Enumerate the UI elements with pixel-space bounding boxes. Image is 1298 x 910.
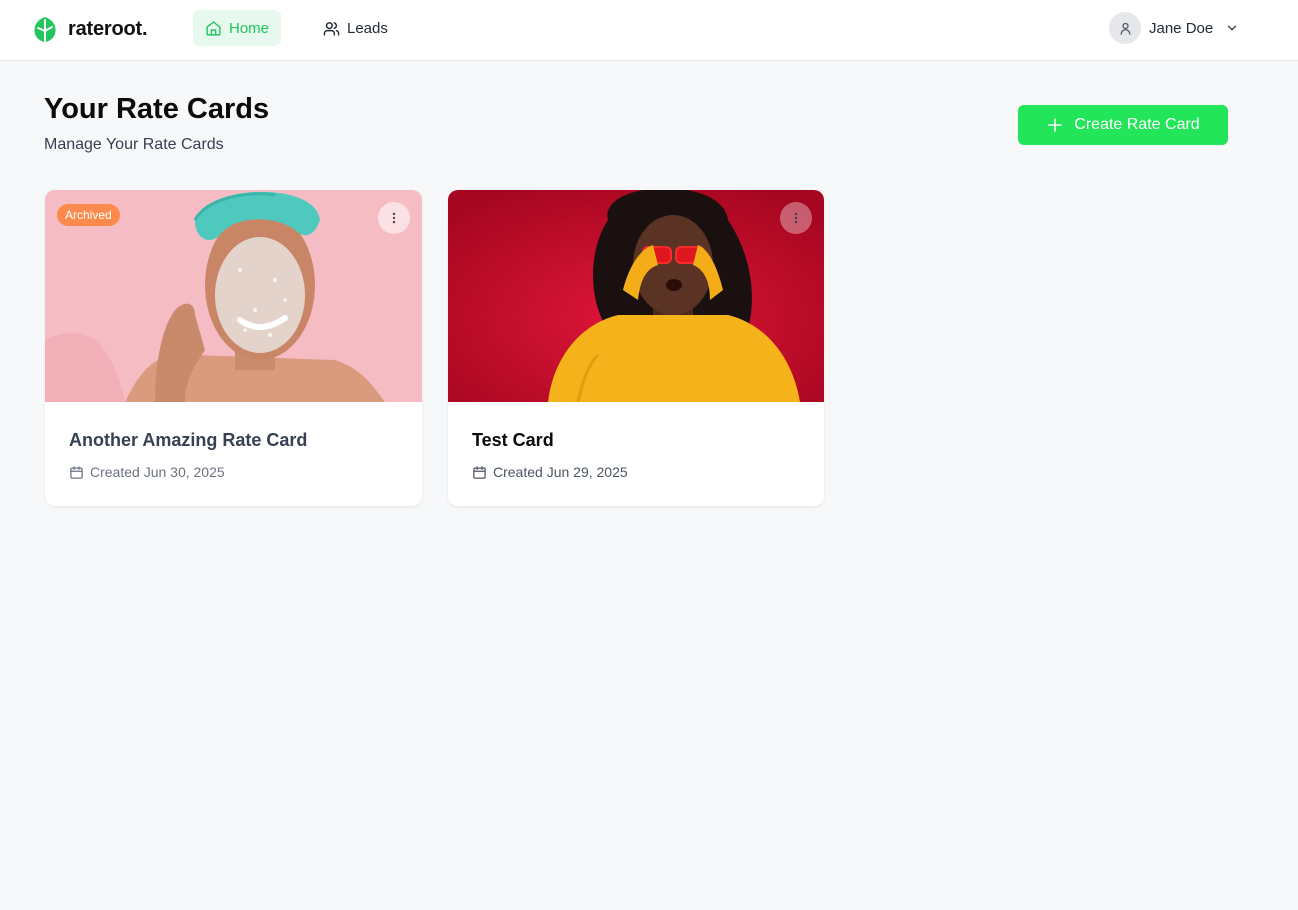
calendar-icon <box>473 465 486 479</box>
card-created-date: Created Jun 30, 2025 <box>69 464 225 480</box>
top-navbar: rateroot. Home Leads Jane Doe <box>0 0 1298 61</box>
card-menu-button[interactable] <box>780 202 812 234</box>
card-title[interactable]: Test Card <box>472 430 554 451</box>
app-logo[interactable]: rateroot. <box>30 14 148 44</box>
create-rate-card-label: Create Rate Card <box>1074 116 1200 133</box>
user-name: Jane Doe <box>1149 19 1214 37</box>
card-created-label: Created Jun 30, 2025 <box>90 464 225 480</box>
card-menu-button[interactable] <box>378 202 410 234</box>
card-created-date: Created Jun 29, 2025 <box>472 464 628 480</box>
nav-leads-label: Leads <box>347 19 388 37</box>
page-title: Your Rate Cards <box>44 93 270 125</box>
create-rate-card-button[interactable]: Create Rate Card <box>1018 105 1228 145</box>
card-cover-image <box>448 190 824 402</box>
plus-icon <box>1048 118 1063 132</box>
archived-badge: Archived <box>57 204 120 226</box>
rate-card[interactable]: Archived Another Amazing Rate Card Creat… <box>45 190 422 506</box>
users-icon <box>323 21 340 36</box>
page-subtitle: Manage Your Rate Cards <box>44 136 224 153</box>
card-created-label: Created Jun 29, 2025 <box>493 464 628 480</box>
nav-home-label: Home <box>229 19 270 37</box>
rate-card[interactable]: Test Card Created Jun 29, 2025 <box>448 190 824 506</box>
leaf-logo-icon <box>34 17 56 42</box>
more-vertical-icon <box>392 212 396 224</box>
calendar-icon <box>70 465 83 479</box>
user-icon <box>1120 22 1130 35</box>
avatar <box>1109 12 1141 44</box>
app-name: rateroot. <box>68 17 148 40</box>
user-menu[interactable]: Jane Doe <box>1109 12 1239 44</box>
chevron-down-icon[interactable] <box>1221 21 1239 35</box>
home-icon <box>206 20 221 36</box>
more-vertical-icon <box>794 212 798 224</box>
nav-home[interactable]: Home <box>193 10 282 46</box>
card-title[interactable]: Another Amazing Rate Card <box>69 430 307 451</box>
nav-leads[interactable]: Leads <box>311 10 400 46</box>
